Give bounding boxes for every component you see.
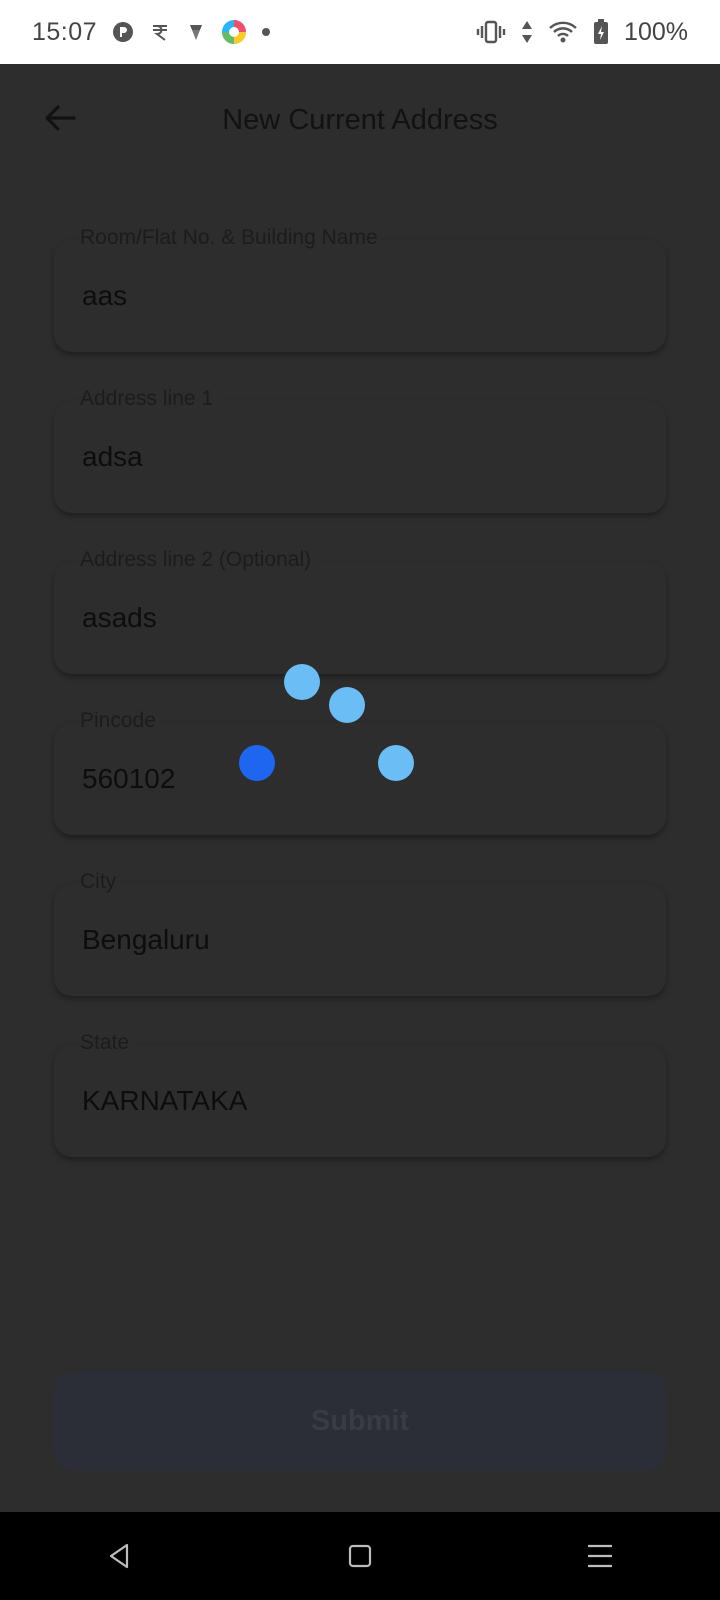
menu-lines-icon <box>588 1544 612 1568</box>
app-notification-icon <box>111 20 135 44</box>
app-content: New Current Address Room/Flat No. & Buil… <box>0 64 720 1512</box>
pincode-field[interactable]: Pincode 560102 <box>54 709 666 835</box>
city-field[interactable]: City Bengaluru <box>54 870 666 996</box>
submit-button[interactable]: Submit <box>54 1372 666 1470</box>
nav-menu-button[interactable] <box>570 1526 630 1586</box>
status-right: 100% <box>476 18 688 47</box>
field-value: KARNATAKA <box>82 1085 248 1116</box>
field-label: Room/Flat No. & Building Name <box>80 226 382 250</box>
field-label: State <box>80 1031 134 1055</box>
address-line-2-field[interactable]: Address line 2 (Optional) asads <box>54 548 666 674</box>
status-time: 15:07 <box>32 17 98 46</box>
address-line-1-field[interactable]: Address line 1 adsa <box>54 387 666 513</box>
status-bar: 15:07 100% <box>0 0 720 64</box>
field-value: aas <box>82 280 128 311</box>
color-wheel-app-icon <box>221 19 247 45</box>
diamond-app-icon <box>185 21 207 43</box>
rupee-app-icon <box>149 21 171 43</box>
dot-icon <box>261 27 271 37</box>
state-field[interactable]: State KARNATAKA <box>54 1031 666 1157</box>
vibrate-icon <box>476 20 506 44</box>
field-value: 560102 <box>82 763 176 794</box>
nav-home-button[interactable] <box>330 1526 390 1586</box>
field-label: Pincode <box>80 709 160 733</box>
home-square-icon <box>348 1544 372 1568</box>
back-triangle-icon <box>109 1543 129 1569</box>
wifi-icon <box>548 20 578 44</box>
page-title: New Current Address <box>222 104 498 136</box>
battery-charging-icon <box>592 19 610 45</box>
app-header: New Current Address <box>0 64 720 184</box>
field-value: asads <box>82 602 157 633</box>
field-label: Address line 1 <box>80 387 218 411</box>
field-label: Address line 2 (Optional) <box>80 548 316 572</box>
battery-percentage: 100% <box>624 17 688 46</box>
status-left: 15:07 <box>32 18 271 47</box>
field-label: City <box>80 870 121 894</box>
nav-back-button[interactable] <box>90 1526 150 1586</box>
room-flat-building-field[interactable]: Room/Flat No. & Building Name aas <box>54 226 666 352</box>
field-value: Bengaluru <box>82 924 210 955</box>
field-value: adsa <box>82 441 143 472</box>
data-arrows-icon <box>520 19 534 45</box>
navigation-bar <box>0 1512 720 1600</box>
